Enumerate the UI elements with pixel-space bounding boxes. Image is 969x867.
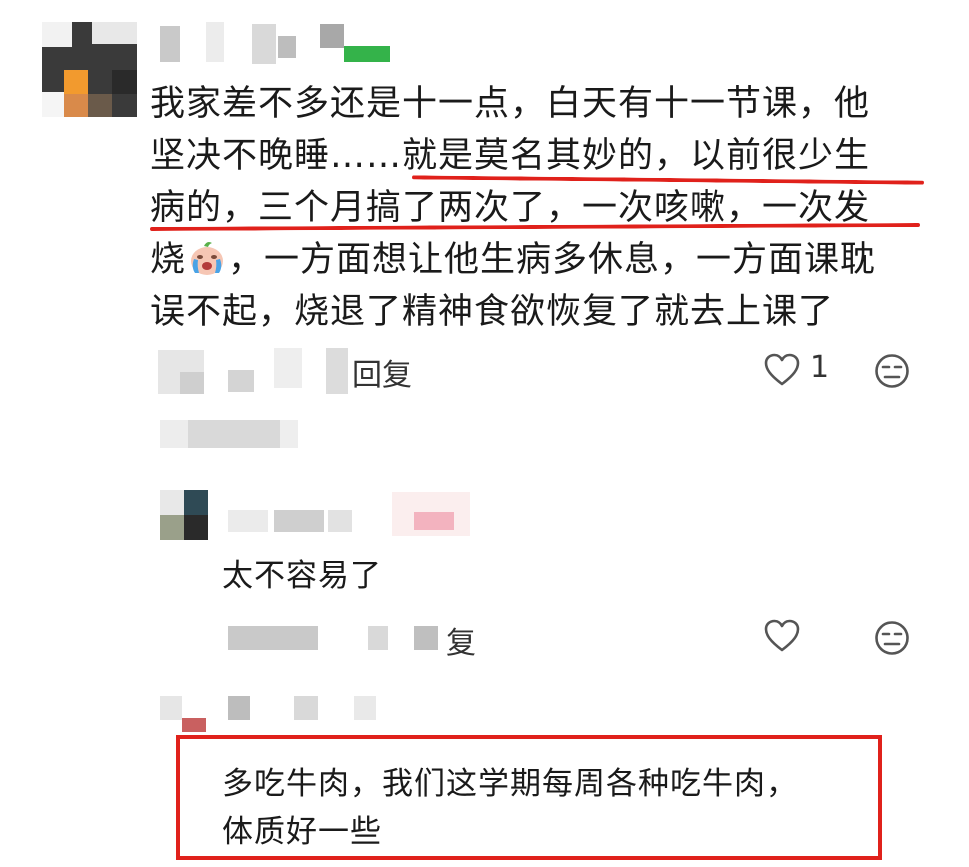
reply-1-like-button[interactable] — [764, 619, 804, 655]
username-blurred[interactable] — [160, 22, 395, 66]
comment-text-line-4b: ，一方面想让他生病多休息，一方面课耽 — [228, 240, 877, 280]
reply-1-text: 太不容易了 — [222, 558, 382, 594]
comment-1-author-info-blurred — [158, 346, 348, 398]
expand-replies-blurred[interactable] — [160, 416, 300, 450]
like-count: 1 — [810, 350, 830, 385]
comment-text-line-2b: 就是莫名其妙的，以前很少生 — [402, 136, 871, 176]
comment-text-line-5: 误不起，烧退了精神食欲恢复了就去上课了 — [150, 292, 835, 332]
reply-2-text-line-1: 多吃牛肉，我们这学期每周各种吃牛肉， — [222, 766, 798, 802]
expressionless-face-icon[interactable] — [874, 353, 910, 389]
avatar[interactable] — [42, 22, 137, 117]
comment-text-line-4a: 烧 — [150, 240, 187, 280]
reply-1-reply-button[interactable]: 复 — [446, 618, 476, 662]
expressionless-face-icon[interactable] — [874, 620, 910, 656]
reply-1-meta-blurred — [228, 624, 448, 654]
heart-icon — [764, 353, 800, 386]
reply-2-header-blurred[interactable] — [160, 692, 380, 732]
comment-text-line-4: 烧 ，一方面想让他生病多休息，一方面课耽 — [150, 234, 940, 286]
reply-1-username-blurred[interactable] — [228, 492, 473, 536]
like-button[interactable]: 1 — [764, 350, 834, 390]
comment-text-line-1: 我家差不多还是十一点，白天有十一节课，他 — [150, 84, 871, 124]
comment-text-line-2: 坚决不晚睡……就是莫名其妙的，以前很少生 — [150, 130, 940, 182]
heart-icon — [764, 619, 800, 652]
crying-face-emoji — [188, 239, 226, 277]
reply-2-text-line-2: 体质好一些 — [222, 814, 382, 850]
reply-button[interactable]: 回复 — [352, 350, 412, 394]
comment-text-line-2a: 坚决不晚睡…… — [150, 136, 403, 176]
reply-1-avatar[interactable] — [160, 490, 208, 540]
